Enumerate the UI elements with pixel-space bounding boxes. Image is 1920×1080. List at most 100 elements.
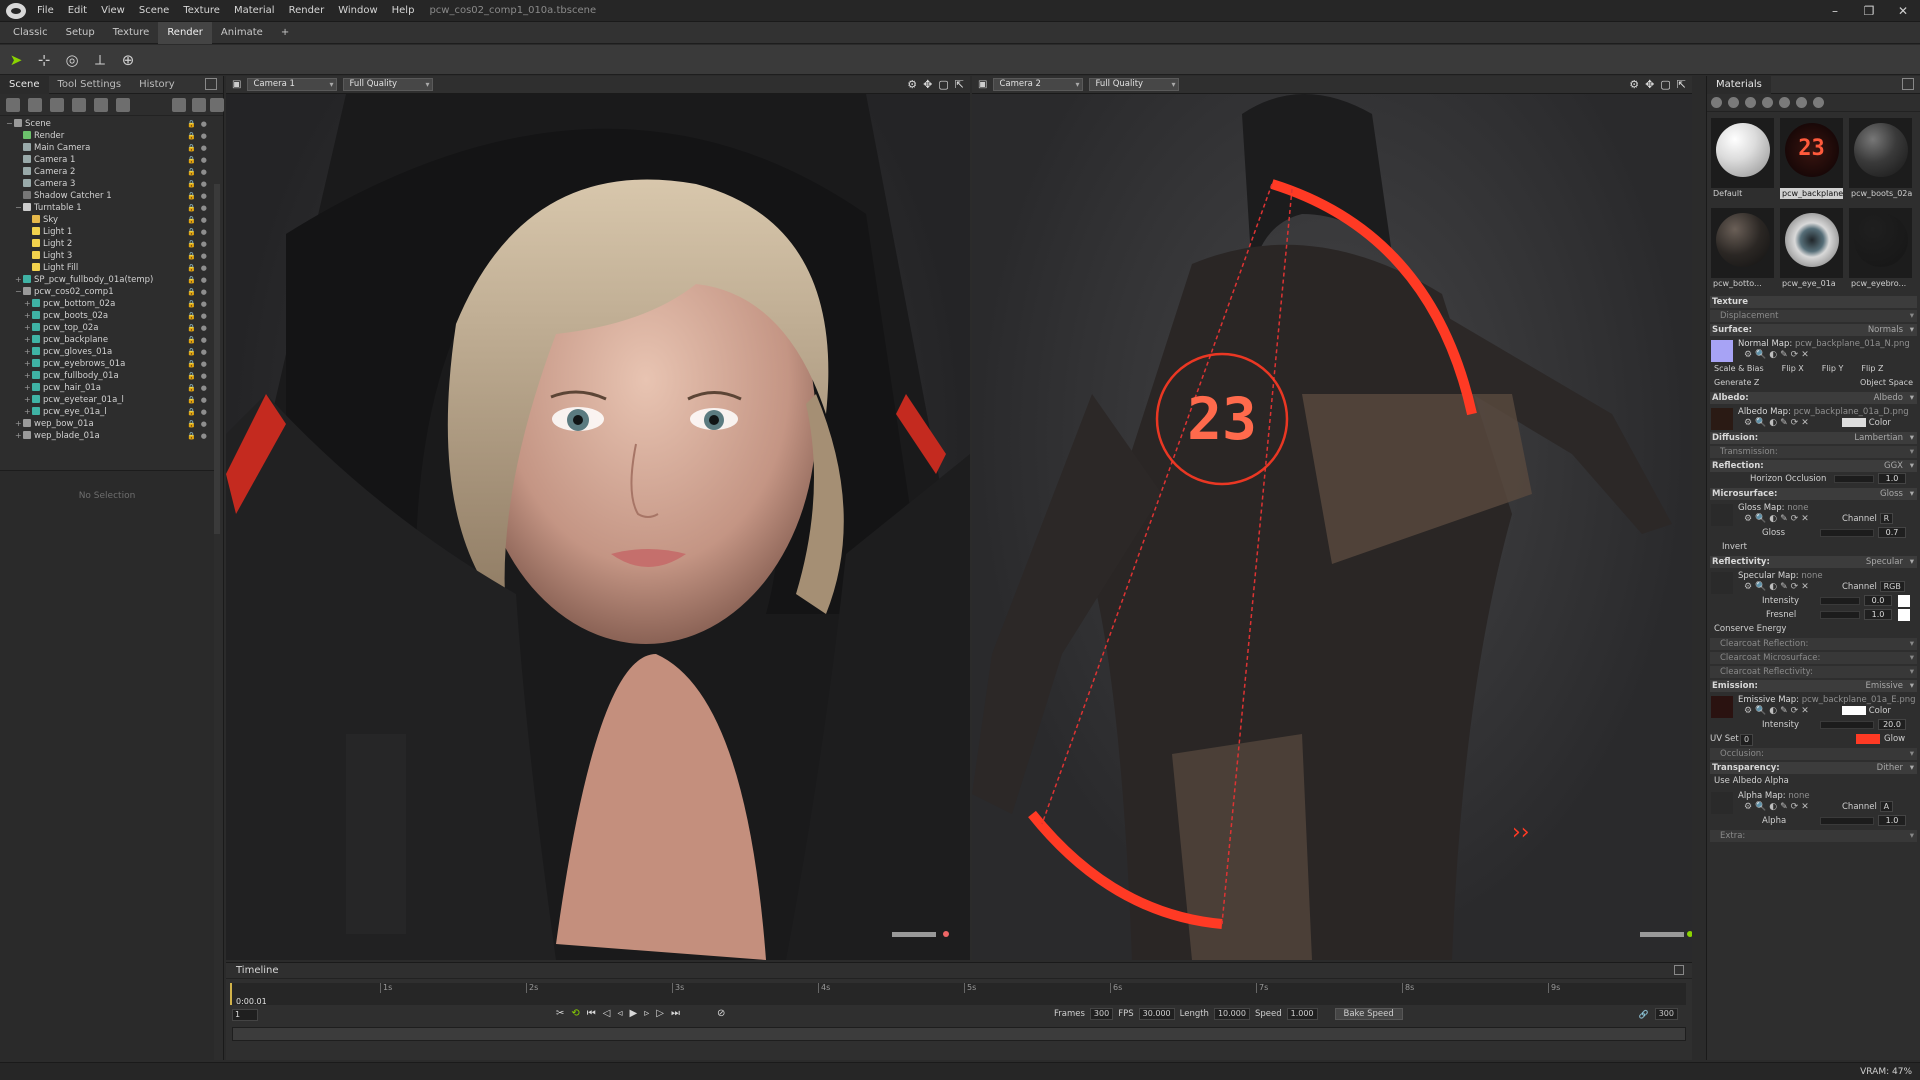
tab-scene[interactable]: Scene: [0, 75, 49, 94]
intensity-value[interactable]: 0.0: [1864, 595, 1892, 606]
section-transmission[interactable]: Transmission: ▾: [1710, 446, 1917, 458]
tree-item[interactable]: + pcw_hair_01a 🔒●: [0, 382, 223, 394]
lock-visibility-icon[interactable]: 🔒●: [187, 154, 212, 166]
tree-item[interactable]: Sky 🔒●: [0, 214, 223, 226]
rotate-tool-icon[interactable]: ◎: [62, 50, 82, 70]
render-canvas-1[interactable]: [226, 94, 970, 960]
step-forward-icon[interactable]: ▷: [656, 1008, 664, 1019]
menu-scene[interactable]: Scene: [132, 0, 177, 22]
lock-visibility-icon[interactable]: 🔒●: [187, 394, 212, 406]
quality-dropdown[interactable]: Full Quality: [343, 78, 434, 91]
camera-dropdown[interactable]: Camera 2: [993, 78, 1084, 91]
surface-mode[interactable]: Normals: [1868, 324, 1903, 336]
scissors-icon[interactable]: ✂: [556, 1008, 564, 1019]
lock-visibility-icon[interactable]: 🔒●: [187, 202, 212, 214]
workspace-tab-texture[interactable]: Texture: [104, 22, 159, 44]
tree-item[interactable]: − Scene 🔒●: [0, 118, 223, 130]
emission-intensity-slider[interactable]: [1820, 721, 1874, 729]
expand-toggle-icon[interactable]: +: [15, 418, 23, 430]
alpha-map-swatch[interactable]: [1711, 792, 1733, 814]
split-view-icon[interactable]: ✥: [1645, 78, 1654, 91]
emission-intensity-value[interactable]: 20.0: [1878, 719, 1906, 730]
lock-visibility-icon[interactable]: 🔒●: [187, 142, 212, 154]
material-thumb[interactable]: pcw_botto...: [1711, 208, 1774, 292]
workspace-tab-render[interactable]: Render: [158, 21, 212, 44]
minimize-button[interactable]: –: [1818, 0, 1852, 22]
tree-item[interactable]: Main Camera 🔒●: [0, 142, 223, 154]
section-displacement[interactable]: Displacement ▾: [1710, 310, 1917, 322]
lock-visibility-icon[interactable]: 🔒●: [187, 214, 212, 226]
add-group-icon[interactable]: [94, 97, 108, 112]
tree-item[interactable]: + pcw_eyebrows_01a 🔒●: [0, 358, 223, 370]
alpha-slider[interactable]: [1820, 817, 1874, 825]
quality-dropdown[interactable]: Full Quality: [1089, 78, 1180, 91]
popout-icon[interactable]: ⇱: [1677, 78, 1686, 91]
map-tools-icons[interactable]: ⚙🔍◐✎⟳✕: [1744, 802, 1812, 812]
tree-item[interactable]: Light Fill 🔒●: [0, 262, 223, 274]
tree-item[interactable]: + pcw_backplane 🔒●: [0, 334, 223, 346]
workspace-tab-setup[interactable]: Setup: [57, 22, 104, 44]
add-material-icon[interactable]: [1711, 97, 1722, 108]
close-button[interactable]: ✕: [1886, 0, 1920, 22]
lock-visibility-icon[interactable]: 🔒●: [187, 406, 212, 418]
lock-visibility-icon[interactable]: 🔒●: [187, 334, 212, 346]
tree-item[interactable]: Light 1 🔒●: [0, 226, 223, 238]
object-space-checkbox[interactable]: Object Space: [1860, 376, 1913, 390]
tree-item[interactable]: + pcw_eyetear_01a_l 🔒●: [0, 394, 223, 406]
gloss-map-file[interactable]: none: [1787, 503, 1808, 513]
section-extra[interactable]: Extra: ▾: [1710, 830, 1917, 842]
menu-edit[interactable]: Edit: [61, 0, 94, 22]
camera-dropdown[interactable]: Camera 1: [247, 78, 338, 91]
expand-toggle-icon[interactable]: +: [24, 370, 32, 382]
emissive-map-file[interactable]: pcw_backplane_01a_E.png: [1802, 695, 1916, 705]
albedo-color-swatch[interactable]: [1842, 418, 1866, 427]
menu-texture[interactable]: Texture: [176, 0, 227, 22]
expand-toggle-icon[interactable]: +: [24, 334, 32, 346]
lock-visibility-icon[interactable]: 🔒●: [187, 310, 212, 322]
lock-visibility-icon[interactable]: 🔒●: [187, 358, 212, 370]
tree-item[interactable]: Light 2 🔒●: [0, 238, 223, 250]
skip-to-end-icon[interactable]: ⏭: [671, 1008, 680, 1019]
tree-item[interactable]: − pcw_cos02_comp1 🔒●: [0, 286, 223, 298]
tree-item[interactable]: + pcw_gloves_01a 🔒●: [0, 346, 223, 358]
tree-item[interactable]: Camera 2 🔒●: [0, 166, 223, 178]
tree-item[interactable]: Light 3 🔒●: [0, 250, 223, 262]
popout-icon[interactable]: ⇱: [955, 78, 964, 91]
alpha-value[interactable]: 1.0: [1878, 815, 1906, 826]
emissive-map-swatch[interactable]: [1711, 696, 1733, 718]
end-frame-field[interactable]: 300: [1654, 1008, 1678, 1020]
app-logo-icon[interactable]: [6, 2, 26, 19]
flip-z-checkbox[interactable]: Flip Z: [1861, 362, 1883, 376]
conserve-energy-checkbox[interactable]: Conserve Energy: [1714, 624, 1786, 634]
popout-icon[interactable]: [1902, 78, 1914, 90]
diffusion-mode[interactable]: Lambertian: [1854, 432, 1903, 444]
lock-visibility-icon[interactable]: 🔒●: [187, 178, 212, 190]
next-frame-icon[interactable]: ▹: [644, 1008, 649, 1019]
popout-icon[interactable]: [205, 78, 217, 90]
material-thumb[interactable]: Default: [1711, 118, 1774, 202]
gloss-slider[interactable]: [1820, 529, 1874, 537]
section-clearcoat-reflection[interactable]: Clearcoat Reflection: ▾: [1710, 638, 1917, 650]
tree-item[interactable]: Camera 3 🔒●: [0, 178, 223, 190]
tree-item[interactable]: + pcw_top_02a 🔒●: [0, 322, 223, 334]
microsurface-mode[interactable]: Gloss: [1880, 488, 1903, 500]
prev-frame-icon[interactable]: ◃: [617, 1008, 622, 1019]
section-clearcoat-microsurface[interactable]: Clearcoat Microsurface: ▾: [1710, 652, 1917, 664]
move-tool-icon[interactable]: ⊹: [34, 50, 54, 70]
section-occlusion[interactable]: Occlusion: ▾: [1710, 748, 1917, 760]
flip-x-checkbox[interactable]: Flip X: [1782, 362, 1804, 376]
length-field[interactable]: 10.000: [1213, 1008, 1250, 1020]
timeline-playhead[interactable]: [230, 983, 232, 1005]
horizon-occlusion-value[interactable]: 1.0: [1878, 473, 1906, 484]
invert-checkbox[interactable]: Invert: [1714, 542, 1747, 552]
section-diffusion[interactable]: Diffusion: Lambertian ▾: [1710, 432, 1917, 444]
horizon-occlusion-slider[interactable]: [1834, 475, 1874, 483]
tree-scrollbar[interactable]: [214, 184, 220, 534]
lock-visibility-icon[interactable]: 🔒●: [187, 118, 212, 130]
gear-icon[interactable]: ⚙: [907, 78, 917, 91]
section-reflectivity[interactable]: Reflectivity: Specular ▾: [1710, 556, 1917, 568]
material-thumb[interactable]: 23 pcw_backplane: [1780, 118, 1843, 202]
expand-toggle-icon[interactable]: +: [24, 394, 32, 406]
viewport-camera-1[interactable]: ▣ Camera 1 Full Quality ⚙ ✥ ▢ ⇱: [226, 76, 970, 960]
skip-to-start-icon[interactable]: ⏮: [587, 1008, 596, 1019]
